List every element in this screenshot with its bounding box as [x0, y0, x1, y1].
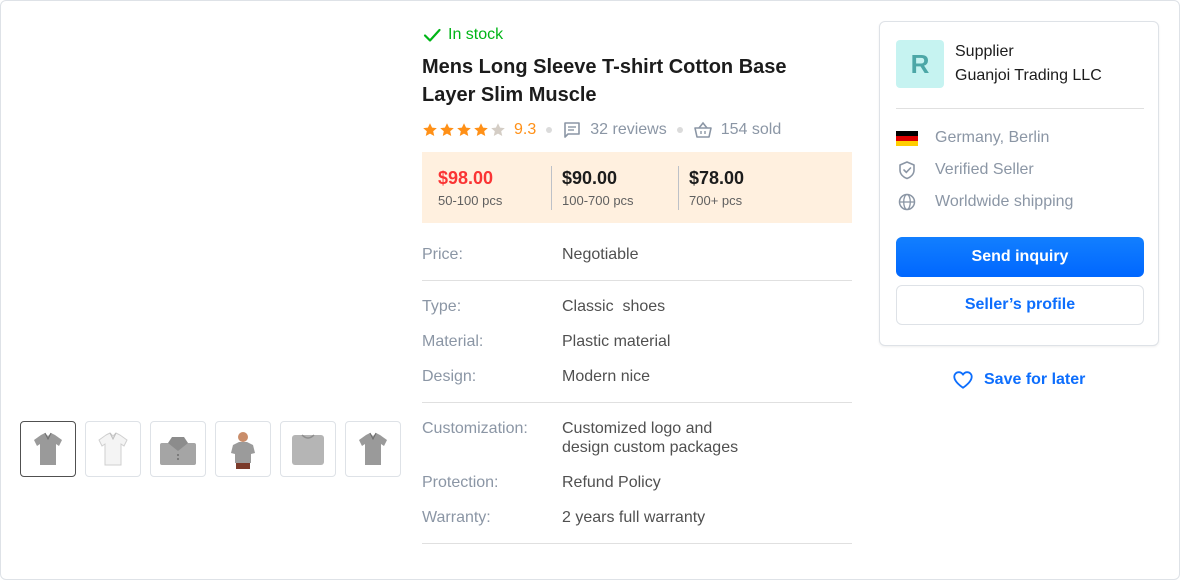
stock-status: In stock: [422, 23, 852, 47]
spec-value: Modern nice: [562, 368, 651, 385]
star-empty-icon: [491, 123, 505, 136]
spec-value: Negotiable: [562, 246, 639, 263]
tier-price: $90.00: [562, 167, 618, 188]
comment-icon: [564, 122, 581, 138]
spec-label: Protection:: [422, 474, 499, 491]
star-filled-icon: [440, 123, 454, 136]
main-product-image[interactable]: [21, 21, 401, 401]
price-tier: $90.00 100-700 pcs: [551, 165, 678, 210]
tier-quantity: 50-100 pcs: [438, 192, 503, 208]
thumbnail-folded-gray-tshirt[interactable]: [280, 421, 336, 477]
reviews-count[interactable]: 32 reviews: [562, 120, 667, 140]
supplier-header: R Supplier Guanjoi Trading LLC: [896, 40, 1144, 109]
product-title: Mens Long Sleeve T-shirt Cotton Base Lay…: [422, 56, 787, 106]
stock-status-label: In stock: [448, 26, 504, 43]
supplier-card: R Supplier Guanjoi Trading LLC Germany, …: [879, 21, 1159, 346]
rating-stars: [422, 122, 506, 138]
spec-value: Plastic material: [562, 333, 671, 350]
save-for-later-label: Save for later: [984, 371, 1086, 388]
tier-quantity: 700+ pcs: [689, 192, 743, 208]
spec-value: Refund Policy: [562, 474, 661, 491]
supplier-avatar: R: [896, 40, 944, 88]
shipping-label: Worldwide shipping: [935, 193, 1074, 210]
spec-row-protection: Protection: Refund Policy: [422, 473, 852, 492]
seller-profile-button[interactable]: Seller’s profile: [896, 285, 1144, 325]
reviews-label: 32 reviews: [590, 121, 667, 138]
spec-label: Design:: [422, 368, 477, 385]
spec-row-warranty: Warranty: 2 years full warranty: [422, 508, 852, 527]
supplier-name[interactable]: Guanjoi Trading LLC: [955, 64, 1102, 88]
spec-value: Classic shoes: [562, 298, 666, 315]
rating-value: 9.3: [514, 121, 537, 138]
spec-label: Price:: [422, 246, 463, 263]
spec-group-product: Type: Classic shoes Material: Plastic ma…: [422, 281, 852, 403]
spec-row-price: Price: Negotiable: [422, 245, 852, 264]
shield-check-icon: [896, 160, 918, 180]
supplier-shipping: Worldwide shipping: [896, 186, 1073, 218]
spec-value: Customized logo and design custom packag…: [562, 419, 782, 457]
check-icon: [423, 28, 441, 42]
thumbnail-strip: [20, 421, 401, 477]
separator-dot: [676, 127, 683, 133]
tier-quantity: 100-700 pcs: [562, 192, 634, 208]
spec-value: 2 years full warranty: [562, 509, 706, 526]
basket-icon: [693, 121, 712, 138]
supplier-label: Supplier: [955, 43, 1014, 60]
heart-icon: [953, 371, 973, 389]
thumbnail-gray-polo-alt[interactable]: [345, 421, 401, 477]
product-detail-card: In stock Mens Long Sleeve T-shirt Cotton…: [0, 0, 1180, 580]
spec-label: Warranty:: [422, 509, 491, 526]
product-meta: 9.3 32 reviews 154 sold: [422, 119, 852, 141]
spec-group-price: Price: Negotiable: [422, 245, 852, 281]
price-tiers: $98.00 50-100 pcs $90.00 100-700 pcs $78…: [422, 152, 852, 223]
spec-row-customization: Customization: Customized logo and desig…: [422, 419, 852, 457]
star-filled-icon: [457, 123, 471, 136]
star-filled-icon: [474, 123, 488, 136]
germany-flag-icon: [896, 128, 918, 148]
spec-row-design: Design: Modern nice: [422, 367, 852, 386]
price-tier: $78.00 700+ pcs: [678, 165, 754, 210]
spec-label: Customization:: [422, 420, 528, 437]
star-filled-icon: [423, 123, 437, 136]
send-inquiry-button[interactable]: Send inquiry: [896, 237, 1144, 277]
thumbnail-folded-gray-polo[interactable]: [150, 421, 206, 477]
supplier-verified: Verified Seller: [896, 154, 1073, 186]
supplier-info: Germany, Berlin Verified Seller Worldwid…: [896, 122, 1073, 218]
supplier-location: Germany, Berlin: [896, 122, 1073, 154]
spec-label: Material:: [422, 333, 484, 350]
product-details: In stock Mens Long Sleeve T-shirt Cotton…: [422, 23, 852, 544]
spec-label: Type:: [422, 298, 462, 315]
spec-value-line: Customized logo and: [562, 420, 713, 437]
thumbnail-white-polo[interactable]: [85, 421, 141, 477]
spec-row-type: Type: Classic shoes: [422, 297, 852, 316]
spec-row-material: Material: Plastic material: [422, 332, 852, 351]
verified-label: Verified Seller: [935, 161, 1034, 178]
sold-count: 154 sold: [693, 120, 782, 140]
spec-group-service: Customization: Customized logo and desig…: [422, 403, 852, 544]
tier-price: $78.00: [689, 167, 745, 188]
globe-icon: [896, 192, 918, 212]
thumbnail-man-in-gray-tshirt[interactable]: [215, 421, 271, 477]
spec-value-line: design custom packages: [562, 439, 739, 456]
location-label: Germany, Berlin: [935, 129, 1050, 146]
tier-price: $98.00: [438, 167, 494, 188]
sold-label: 154 sold: [720, 121, 782, 138]
price-tier: $98.00 50-100 pcs: [438, 166, 551, 210]
supplier-text: Supplier Guanjoi Trading LLC: [955, 40, 1102, 108]
save-for-later-link[interactable]: Save for later: [952, 369, 1085, 391]
thumbnail-gray-polo[interactable]: [20, 421, 76, 477]
separator-dot: [546, 127, 553, 133]
